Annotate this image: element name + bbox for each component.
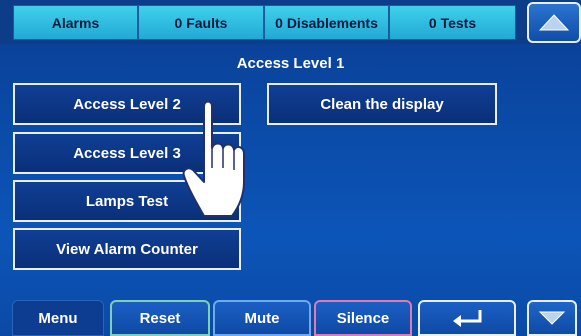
page-title: Access Level 1 — [236, 55, 345, 72]
triangle-up-icon — [539, 13, 569, 30]
return-button[interactable] — [418, 300, 516, 336]
clean-display-button[interactable]: Clean the display — [267, 83, 497, 125]
triangle-down-icon — [539, 311, 565, 325]
return-arrow-icon — [453, 310, 482, 327]
tab-disablements[interactable]: 0 Disablements — [264, 5, 389, 40]
view-alarm-counter-button[interactable]: View Alarm Counter — [13, 228, 241, 270]
mute-button[interactable]: Mute — [213, 300, 311, 336]
status-bar: Alarms 0 Faults 0 Disablements 0 Tests — [0, 0, 581, 44]
silence-button[interactable]: Silence — [314, 300, 412, 336]
tab-alarms[interactable]: Alarms — [13, 5, 138, 40]
tab-faults[interactable]: 0 Faults — [138, 5, 264, 40]
reset-button[interactable]: Reset — [110, 300, 210, 336]
scroll-down-button[interactable] — [527, 300, 577, 336]
tab-tests[interactable]: 0 Tests — [389, 5, 516, 40]
menu-button[interactable]: Menu — [12, 300, 104, 336]
hand-pointer-icon — [182, 100, 245, 217]
scroll-up-button[interactable] — [527, 2, 581, 43]
